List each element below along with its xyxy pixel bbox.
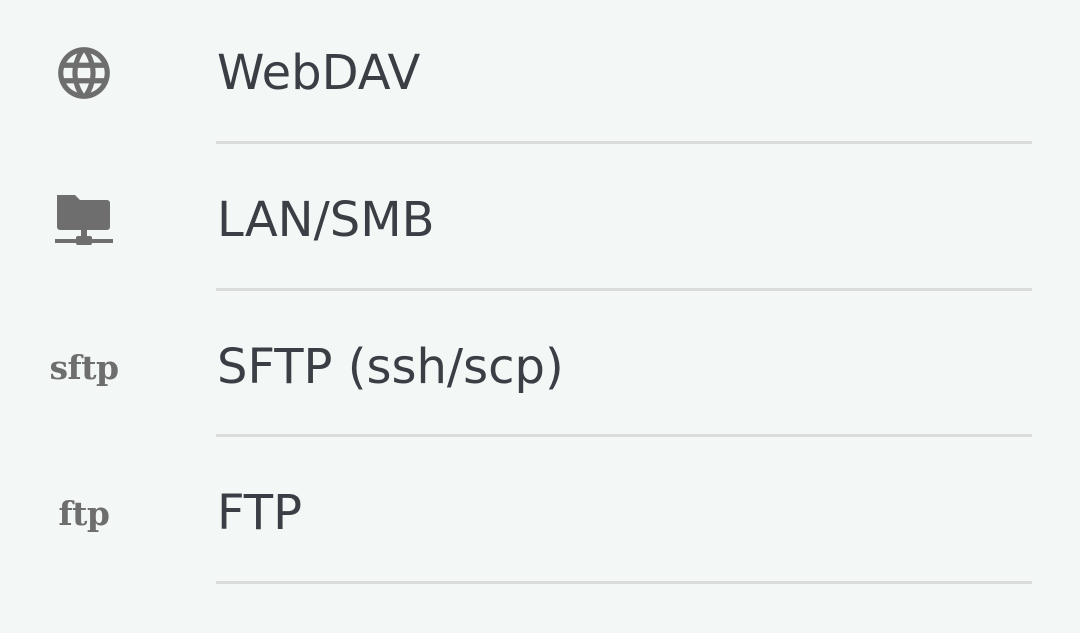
connection-type-list: WebDAV LAN/SMB sftp SFTP (ssh/scp) ftp F… (0, 0, 1080, 633)
ftp-icon: ftp (58, 493, 110, 533)
sftp-icon: sftp (49, 347, 119, 387)
list-item-ftp[interactable]: ftp FTP (0, 440, 1080, 586)
divider (216, 288, 1032, 291)
divider (216, 434, 1032, 437)
network-folder-icon (40, 176, 128, 264)
list-item-lan-smb[interactable]: LAN/SMB (0, 147, 1080, 293)
list-item-label: SFTP (ssh/scp) (217, 339, 564, 395)
globe-icon (40, 29, 128, 117)
list-item-label: WebDAV (217, 45, 421, 101)
list-item-label: LAN/SMB (217, 192, 435, 248)
divider (216, 581, 1032, 584)
list-item-webdav[interactable]: WebDAV (0, 0, 1080, 146)
list-item-label: FTP (217, 485, 303, 541)
list-item-sftp[interactable]: sftp SFTP (ssh/scp) (0, 294, 1080, 440)
divider (216, 141, 1032, 144)
